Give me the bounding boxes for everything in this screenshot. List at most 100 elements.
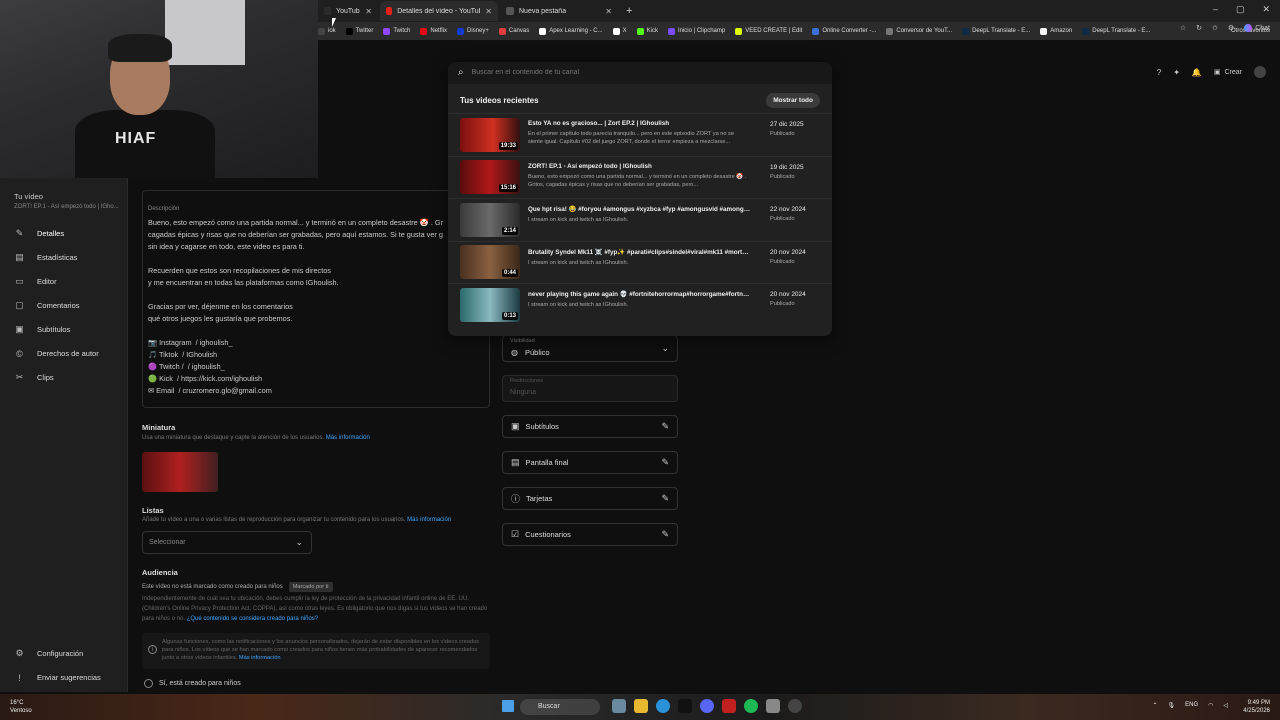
- playlists-more-info-link[interactable]: Más información: [407, 517, 451, 523]
- file-explorer-icon[interactable]: [634, 699, 648, 713]
- obs-icon[interactable]: [788, 699, 802, 713]
- chevron-up-icon[interactable]: ⌃: [1152, 702, 1157, 709]
- bookmark-item[interactable]: Amazon: [1040, 27, 1072, 35]
- star-icon[interactable]: ☆: [1180, 24, 1186, 32]
- bookmark-item[interactable]: Twitch: [383, 27, 410, 35]
- bookmark-item[interactable]: iok: [318, 27, 336, 35]
- maximize-icon[interactable]: ▢: [1236, 4, 1245, 15]
- taskbar-search-label: Buscar: [538, 703, 560, 710]
- tab-favicon-icon: [506, 7, 514, 15]
- spotify-icon[interactable]: [744, 699, 758, 713]
- sidebar-item-4[interactable]: ▣ Subtítulos: [14, 324, 70, 335]
- tiktok-icon[interactable]: [678, 699, 692, 713]
- browser-tab[interactable]: Nueva pestaña ✕: [500, 1, 618, 21]
- discord-icon[interactable]: [700, 699, 714, 713]
- recent-video-row[interactable]: 19:33 Esto YA no es gracioso... | Zort E…: [448, 113, 832, 156]
- bookmark-item[interactable]: VEED CREATE | Edit: [735, 27, 802, 35]
- sidebar-item-6[interactable]: ✂ Clips: [14, 372, 54, 383]
- app-icon[interactable]: [722, 699, 736, 713]
- video-duration: 15:16: [498, 184, 518, 193]
- webcam-overlay: HIAF: [0, 0, 318, 178]
- help-icon[interactable]: ?: [1157, 68, 1161, 77]
- bookmark-favicon-icon: [886, 27, 894, 35]
- video-date: 19 dic 2025: [770, 163, 804, 171]
- wifi-icon[interactable]: ◠: [1208, 702, 1213, 709]
- sparkle-icon[interactable]: ✦: [1173, 68, 1180, 77]
- bookmark-item[interactable]: X: [612, 27, 627, 35]
- bookmark-item[interactable]: Canvas: [498, 27, 529, 35]
- weather-widget[interactable]: 16°C Ventoso: [10, 699, 32, 715]
- pencil-icon[interactable]: ✎: [661, 421, 669, 432]
- bookmark-item[interactable]: Netflix: [420, 27, 447, 35]
- sidebar-item-2[interactable]: ▭ Editor: [14, 276, 56, 287]
- audience-kids-link[interactable]: ¿Qué contenido se considera creado para …: [187, 616, 318, 622]
- bookmark-item[interactable]: Kick: [636, 27, 658, 35]
- audience-status-text: Este vídeo no está marcado como creado p…: [142, 584, 283, 590]
- pencil-icon[interactable]: ✎: [661, 529, 669, 540]
- description-line: Gracias por ver, déjenme en los comentar…: [148, 302, 293, 311]
- favorites-icon[interactable]: ✩: [1212, 24, 1218, 32]
- bell-icon[interactable]: 🔔: [1192, 68, 1202, 77]
- pencil-icon[interactable]: ✎: [661, 493, 669, 504]
- bookmark-item[interactable]: DeepL Translate - E...: [1082, 27, 1150, 35]
- option-row[interactable]: ☑ Cuestionarios ✎: [502, 523, 678, 546]
- copilot-chat-button[interactable]: Chat: [1244, 24, 1270, 32]
- close-window-icon[interactable]: ✕: [1262, 4, 1270, 15]
- video-description: En el primer capítulo todo parecía tranq…: [528, 131, 734, 145]
- refresh-icon[interactable]: ↻: [1196, 24, 1202, 32]
- current-thumbnail[interactable]: [142, 452, 218, 492]
- mic-icon[interactable]: 🎙: [1167, 702, 1175, 709]
- language-indicator[interactable]: ENG: [1185, 702, 1198, 709]
- search-input[interactable]: [471, 69, 772, 76]
- playlist-select[interactable]: Seleccionar ⌄: [142, 531, 312, 554]
- playlists-subtitle: Añade tu vídeo a una o varias listas de …: [142, 517, 451, 523]
- bookmark-item[interactable]: Conversor de YouT...: [886, 27, 952, 35]
- close-tab-icon[interactable]: ✕: [485, 7, 492, 16]
- bookmark-item[interactable]: Online Converter -...: [812, 27, 876, 35]
- browser-tab[interactable]: YouTube ✕: [318, 1, 378, 21]
- recent-video-row[interactable]: 15:16 ZORT! EP.1 - Así empezó todo | IGh…: [448, 155, 832, 199]
- audience-more-info-link[interactable]: Más información: [239, 655, 281, 661]
- recent-video-row[interactable]: 0:44 Brutality Syndel Mk11 ☠️ #fyp✨ #par…: [448, 240, 832, 284]
- recent-video-row[interactable]: 0:13 never playing this game again 💀 #fo…: [448, 283, 832, 326]
- sidebar-item-0[interactable]: ✎ Detalles: [14, 228, 64, 239]
- create-button[interactable]: ▣ Crear: [1214, 68, 1242, 77]
- pencil-icon[interactable]: ✎: [661, 457, 669, 468]
- edge-icon[interactable]: [656, 699, 670, 713]
- extension-icon[interactable]: ⚙: [1228, 24, 1234, 32]
- sidebar-item-settings[interactable]: ⚙ Configuración: [14, 648, 83, 659]
- option-row[interactable]: ▣ Subtítulos ✎: [502, 415, 678, 438]
- option-row[interactable]: ⓘ Tarjetas ✎: [502, 487, 678, 510]
- tab-label: Nueva pestaña: [519, 7, 567, 15]
- close-tab-icon[interactable]: ✕: [605, 7, 612, 16]
- taskbar-search[interactable]: Buscar: [520, 699, 600, 715]
- widgets-icon[interactable]: [612, 699, 626, 713]
- bookmark-item[interactable]: Disney+: [457, 27, 489, 35]
- bookmark-item[interactable]: Twitter: [345, 27, 373, 35]
- visibility-select[interactable]: Visibilidad ◍ Público ⌄: [502, 335, 678, 362]
- minimize-icon[interactable]: –: [1213, 4, 1218, 15]
- bookmark-item[interactable]: DeepL Translate - E...: [962, 27, 1030, 35]
- channel-search-bar[interactable]: ⌕: [448, 62, 832, 84]
- window-controls: – ▢ ✕: [1213, 4, 1270, 15]
- bookmark-item[interactable]: Apex Learning - C...: [539, 27, 603, 35]
- option-label: Subtítulos: [525, 422, 559, 431]
- thumbnail-more-info-link[interactable]: Más información: [326, 435, 370, 441]
- made-for-kids-radio[interactable]: Sí, está creado para niños: [144, 679, 241, 688]
- browser-tab[interactable]: Detalles del vídeo - YouTube Studi ✕: [380, 1, 498, 21]
- avatar[interactable]: [1254, 66, 1266, 78]
- option-row[interactable]: ▤ Pantalla final ✎: [502, 451, 678, 474]
- windows-start-icon[interactable]: [502, 700, 514, 712]
- sidebar-item-5[interactable]: © Derechos de autor: [14, 348, 99, 359]
- new-tab-icon[interactable]: +: [626, 5, 632, 17]
- sidebar-item-feedback[interactable]: ! Enviar sugerencias: [14, 672, 101, 683]
- recent-video-row[interactable]: 2:14 Que hpt risa! 😂 #foryou #amongus #x…: [448, 198, 832, 241]
- bookmark-item[interactable]: Inicio | Clipchamp: [667, 27, 725, 35]
- sidebar-item-1[interactable]: ▤ Estadísticas: [14, 252, 77, 263]
- volume-icon[interactable]: ◁: [1223, 702, 1228, 709]
- app-icon[interactable]: [766, 699, 780, 713]
- sidebar-item-3[interactable]: ▢ Comentarios: [14, 300, 79, 311]
- taskbar-clock[interactable]: 9:49 PM 4/25/2026: [1243, 699, 1270, 715]
- close-tab-icon[interactable]: ✕: [365, 7, 372, 16]
- show-all-button[interactable]: Mostrar todo: [766, 93, 820, 108]
